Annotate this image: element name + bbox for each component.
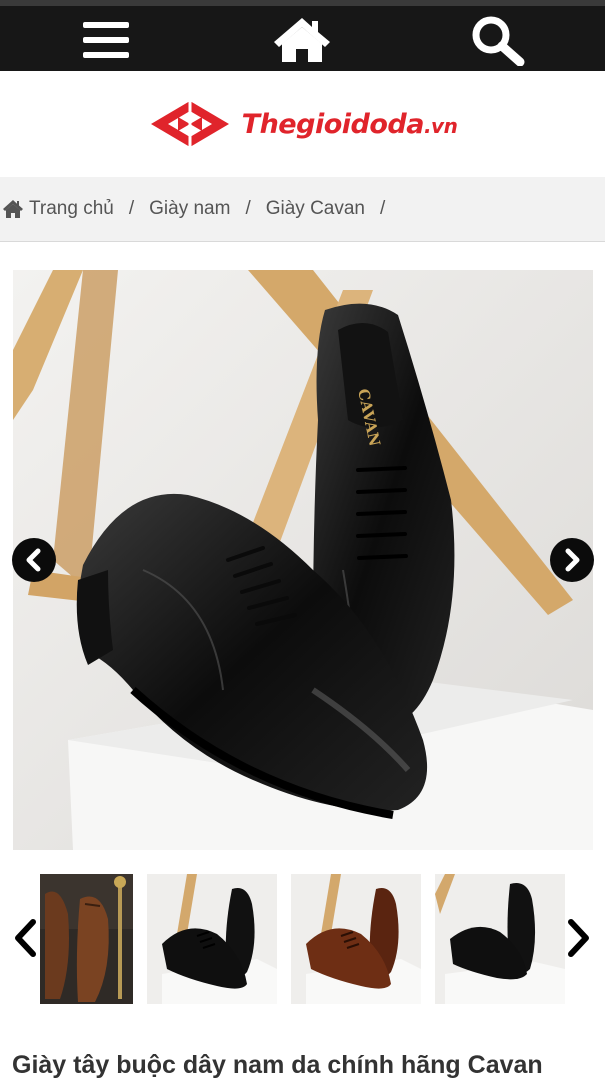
thumbnail-black-oxford-pair[interactable] xyxy=(147,874,277,1004)
gallery-prev-button[interactable] xyxy=(12,538,56,582)
breadcrumb-separator: / xyxy=(380,198,386,219)
thumbnail-strip xyxy=(0,872,605,1006)
logo-wordmark: Thegioidoda.vn xyxy=(242,109,458,140)
logo-tld: .vn xyxy=(423,113,458,138)
gallery-next-button[interactable] xyxy=(550,538,594,582)
top-navigation-bar xyxy=(0,6,605,71)
home-icon[interactable] xyxy=(272,12,332,68)
logo-mark-icon xyxy=(150,101,229,147)
black-oxford-on-block xyxy=(435,874,565,1004)
breadcrumb-separator: / xyxy=(245,198,251,219)
site-logo[interactable]: Thegioidoda.vn xyxy=(0,71,605,177)
chevron-right-icon xyxy=(565,548,580,572)
thumbnail-brown-oxford-on-block[interactable] xyxy=(291,874,421,1004)
black-leather-oxford-shoes-photo: CAVAN xyxy=(13,270,593,850)
breadcrumb-separator: / xyxy=(128,198,135,219)
chevron-left-icon xyxy=(15,919,36,957)
thumbnail-brown-oxford-pair[interactable] xyxy=(40,874,133,1004)
home-icon xyxy=(3,200,23,218)
thumbnail-prev-button[interactable] xyxy=(8,916,42,960)
brown-oxford-on-block xyxy=(291,874,421,1004)
thumbnail-black-oxford-on-block[interactable] xyxy=(435,874,565,1004)
brown-oxford-pair xyxy=(40,874,133,1004)
black-oxford-pair xyxy=(147,874,277,1004)
hamburger-menu-icon[interactable] xyxy=(76,12,136,68)
breadcrumb: Trang chủ / Giày nam / Giày Cavan / xyxy=(0,177,605,242)
product-main-image[interactable]: CAVAN xyxy=(13,270,593,850)
breadcrumb-item-giay-cavan[interactable]: Giày Cavan xyxy=(266,198,365,220)
breadcrumb-item-giay-nam[interactable]: Giày nam xyxy=(149,198,230,220)
logo-name: Thegioidoda xyxy=(241,108,425,140)
breadcrumb-label: Trang chủ xyxy=(29,198,114,219)
search-icon[interactable] xyxy=(468,12,528,68)
thumbnail-next-button[interactable] xyxy=(562,916,596,960)
chevron-right-icon xyxy=(568,919,589,957)
breadcrumb-item-home[interactable]: Trang chủ xyxy=(2,198,114,220)
product-title: Giày tây buộc dây nam da chính hãng Cava… xyxy=(12,1051,543,1079)
chevron-left-icon xyxy=(26,548,41,572)
